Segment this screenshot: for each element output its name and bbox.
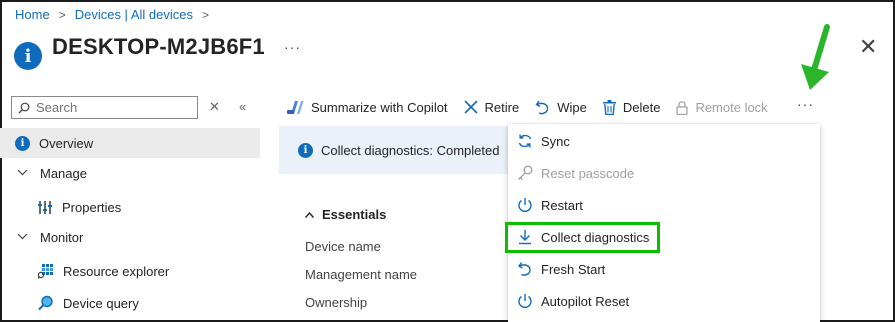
essentials-label-management-name: Management name <box>305 267 418 282</box>
sidebar-item-device-query[interactable]: Device query <box>0 288 139 318</box>
breadcrumb-devices[interactable]: Devices | All devices <box>75 7 193 22</box>
sidebar-group-manage[interactable]: Manage <box>0 158 87 188</box>
page-title: DESKTOP-M2JB6F1 <box>52 34 265 59</box>
sidebar-item-label: Properties <box>62 199 122 215</box>
search-input[interactable] <box>36 100 176 115</box>
menu-item-sync[interactable]: Sync <box>508 125 820 157</box>
chevron-down-icon <box>17 167 28 179</box>
breadcrumb-separator: > <box>201 7 209 22</box>
delete-label: Delete <box>622 99 661 115</box>
sidebar-item-properties[interactable]: Properties <box>0 192 121 222</box>
more-actions-button[interactable]: ··· <box>797 96 814 112</box>
retire-label: Retire <box>484 99 520 115</box>
summarize-label: Summarize with Copilot <box>311 99 448 115</box>
title-more-button[interactable]: ··· <box>284 39 301 55</box>
summarize-copilot-button[interactable]: Summarize with Copilot <box>287 100 448 115</box>
command-toolbar: Summarize with Copilot Retire Wipe Delet… <box>287 96 784 118</box>
menu-item-label: Fresh Start <box>541 261 606 277</box>
breadcrumb-home[interactable]: Home <box>15 7 50 22</box>
essentials-label-device-name: Device name <box>305 239 381 254</box>
menu-item-fresh-start[interactable]: Fresh Start <box>508 253 820 285</box>
sidebar-item-resource-explorer[interactable]: Resource explorer <box>0 256 169 286</box>
collapse-sidebar-icon[interactable]: « <box>239 99 246 114</box>
sidebar-item-label: Overview <box>39 135 94 151</box>
wipe-label: Wipe <box>557 99 587 115</box>
sidebar-item-label: Monitor <box>40 229 84 245</box>
essentials-toggle[interactable]: Essentials <box>304 207 387 222</box>
close-button[interactable]: ✕ <box>859 36 877 58</box>
menu-item-label: Restart <box>541 197 583 213</box>
key-icon <box>518 165 533 180</box>
menu-item-autopilot-reset[interactable]: Autopilot Reset <box>508 285 820 317</box>
menu-item-label: Sync <box>541 133 570 149</box>
device-info-icon: i <box>14 42 42 70</box>
copilot-icon <box>287 100 304 114</box>
info-icon: i <box>298 142 313 158</box>
breadcrumb-separator: > <box>58 7 66 22</box>
notification-bar: i Collect diagnostics: Completed <box>279 126 509 174</box>
power-icon <box>518 294 532 308</box>
info-icon: i <box>15 135 30 151</box>
annotation-arrow <box>801 24 830 90</box>
menu-item-label: Autopilot Reset <box>541 293 630 309</box>
essentials-label-ownership: Ownership <box>305 295 368 310</box>
highlight-box <box>505 222 660 253</box>
breadcrumb: Home > Devices | All devices > <box>15 7 218 22</box>
delete-button[interactable]: Delete <box>602 99 661 115</box>
sidebar-item-label: Device query <box>63 295 139 311</box>
menu-item-label: Reset passcode <box>541 165 635 181</box>
essentials-heading: Essentials <box>322 207 387 222</box>
menu-item-restart[interactable]: Restart <box>508 189 820 221</box>
search-icon <box>18 102 30 113</box>
sidebar-item-label: Manage <box>40 165 87 181</box>
lock-icon <box>676 100 689 115</box>
trash-icon <box>602 99 616 115</box>
undo-icon <box>535 100 549 114</box>
clear-filter-icon[interactable]: ✕ <box>209 99 220 115</box>
caret-down-icon <box>304 210 315 220</box>
menu-item-reset-passcode[interactable]: Reset passcode <box>508 157 820 189</box>
sidebar-search[interactable] <box>11 96 198 119</box>
retire-button[interactable]: Retire <box>463 99 520 115</box>
sidebar-item-overview[interactable]: i Overview <box>0 128 260 158</box>
notification-text: Collect diagnostics: Completed <box>321 142 500 158</box>
sidebar-group-monitor[interactable]: Monitor <box>0 222 83 252</box>
sidebar-item-label: Resource explorer <box>63 263 170 279</box>
undo-icon <box>517 262 531 276</box>
remote-lock-label: Remote lock <box>695 99 768 115</box>
power-icon <box>518 198 532 212</box>
resource-explorer-icon <box>38 263 54 279</box>
sync-icon <box>518 134 532 148</box>
wipe-button[interactable]: Wipe <box>535 100 587 115</box>
remote-lock-button[interactable]: Remote lock <box>676 99 768 115</box>
properties-icon <box>38 200 53 215</box>
chevron-down-icon <box>17 231 28 243</box>
device-query-icon <box>38 295 54 311</box>
retire-x-icon <box>463 100 478 114</box>
